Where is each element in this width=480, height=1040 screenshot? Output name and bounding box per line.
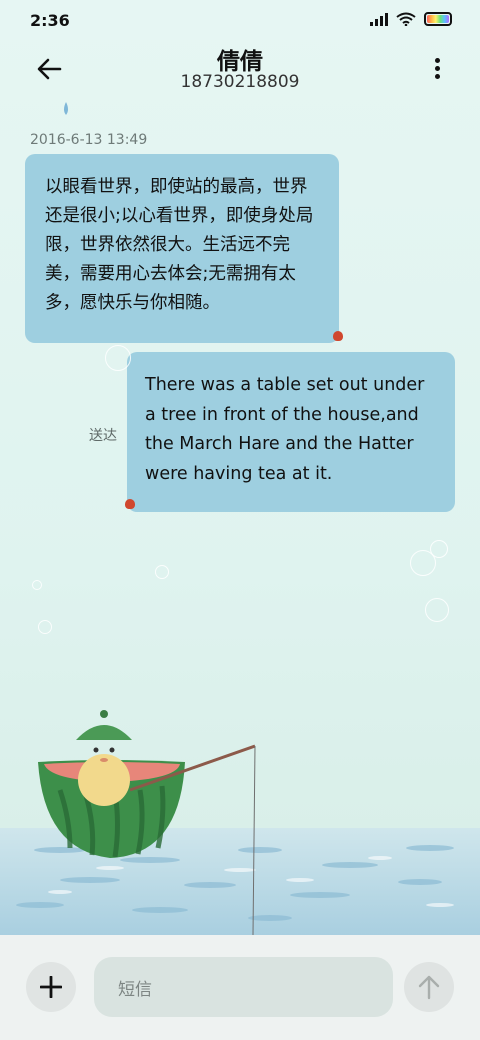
contact-number: 18730218809 (180, 72, 300, 92)
status-time: 2:36 (30, 11, 70, 30)
contact-name: 倩倩 (217, 49, 263, 75)
ladybug-icon (333, 331, 343, 341)
signal-icon (370, 12, 388, 26)
message-input[interactable]: 短信 (94, 957, 393, 1017)
more-vertical-icon (432, 58, 442, 79)
wifi-icon (396, 12, 416, 26)
decor-bubble (105, 345, 131, 371)
status-icons (370, 12, 452, 26)
decor-bubble (425, 598, 449, 622)
add-attachment-button[interactable] (26, 962, 76, 1012)
conversation-header: 倩倩 18730218809 (0, 40, 480, 100)
send-button[interactable] (404, 962, 454, 1012)
more-button[interactable] (432, 58, 442, 84)
droplet-icon (64, 102, 68, 115)
message-bubble-outgoing[interactable]: There was a table set out under a tree i… (127, 352, 455, 512)
arrow-up-icon (418, 975, 440, 1000)
status-bar: 2:36 (0, 0, 480, 40)
message-text: There was a table set out under a tree i… (145, 375, 425, 484)
decor-bubble (155, 565, 169, 579)
decor-bubble (430, 540, 448, 558)
battery-icon (424, 12, 452, 26)
wallpaper-illustration (0, 710, 480, 935)
message-input-placeholder: 短信 (118, 979, 152, 1000)
decor-bubble (32, 580, 42, 590)
message-bubble-incoming[interactable]: 以眼看世界，即使站的最高，世界还是很小;以心看世界，即使身处局限，世界依然很大。… (25, 154, 339, 343)
message-timestamp: 2016-6-13 13:49 (30, 132, 148, 148)
composer-bar: 短信 (0, 935, 480, 1040)
delivery-status: 送达 (89, 428, 117, 444)
message-text: 以眼看世界，即使站的最高，世界还是很小;以心看世界，即使身处局限，世界依然很大。… (45, 177, 314, 313)
ladybug-icon (125, 499, 135, 509)
plus-icon (40, 976, 62, 998)
decor-bubble (38, 620, 52, 634)
